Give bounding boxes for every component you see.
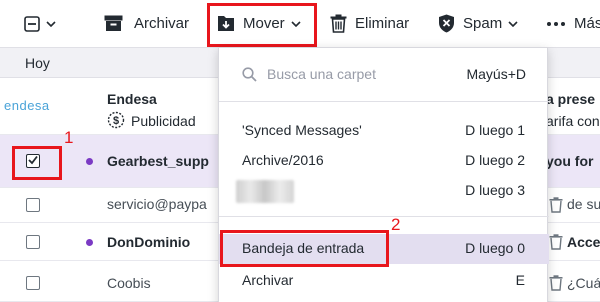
message-sender: Endesa [107,91,157,107]
select-all-checkbox[interactable] [24,0,56,47]
message-subject: you for [546,153,594,169]
archive-button[interactable]: Archivar [104,0,189,47]
row-checkbox[interactable] [26,198,40,212]
dropdown-divider [219,216,549,217]
message-sender: Coobis [107,275,151,291]
ad-label: Publicidad [131,113,196,129]
row-checkbox[interactable] [26,276,40,290]
ad-badge-icon: $ [107,111,125,129]
folder-shortcut: D luego 2 [465,152,525,168]
row-checkbox[interactable] [26,235,40,249]
search-icon [242,67,257,82]
trash-icon[interactable] [549,275,563,291]
message-subject: de su p [567,196,600,212]
delete-label: Eliminar [355,15,410,32]
shield-icon [439,14,454,33]
annotation-number-1: 1 [64,128,74,147]
svg-text:$: $ [113,115,119,127]
message-subject: Acces [567,234,600,250]
more-label: Más [574,15,600,32]
mail-window: Archivar Mover Eliminar Spam Más Hoy end… [0,0,600,302]
chevron-down-icon [508,20,518,27]
folder-label: Archivar [242,272,294,288]
date-group-label: Hoy [25,55,50,71]
message-sender: Gearbest_supp [107,153,209,169]
select-checkbox-icon [24,15,40,32]
trash-icon[interactable] [549,234,563,250]
more-dots-icon [547,21,565,26]
archive-icon [104,15,123,31]
spam-button[interactable]: Spam [438,0,518,47]
folder-shortcut: D luego 1 [465,122,525,138]
inbox-highlight-box [220,230,389,267]
trash-icon [330,14,347,33]
endesa-logo: endesa [4,99,50,113]
blurred-folder-name [236,180,294,203]
trash-icon[interactable] [549,197,563,213]
folder-search-input[interactable]: Busca una carpet [267,66,376,82]
folder-search[interactable]: Busca una carpet Mayús+D [219,48,549,102]
folder-shortcut: D luego 0 [465,240,525,256]
delete-button[interactable]: Eliminar [330,0,409,47]
spam-label: Spam [463,15,503,32]
folder-item-archive-2016[interactable]: Archive/2016 D luego 2 [219,146,549,176]
checkbox-highlight-box [12,146,62,180]
message-subject: ¿Cuánt [567,275,600,291]
unread-dot [86,158,93,165]
archive-label: Archivar [134,15,190,32]
message-sender: servicio@paypa [107,196,207,212]
folder-shortcut: D luego 3 [465,182,525,198]
folder-label: Archive/2016 [242,152,324,168]
message-sender: DonDominio [107,234,191,250]
folder-item-blurred[interactable]: D luego 3 [219,176,549,206]
folder-label: 'Synced Messages' [242,122,362,138]
annotation-number-2: 2 [391,215,401,234]
move-highlight-box [207,3,317,47]
folder-item-synced-messages[interactable]: 'Synced Messages' D luego 1 [219,116,549,146]
message-preview: arifa con [546,113,600,129]
chevron-down-icon [46,20,56,27]
search-shortcut: Mayús+D [466,66,526,82]
folder-item-archive[interactable]: Archivar E [219,266,549,296]
folder-shortcut: E [515,272,525,288]
message-subject: a prese [546,91,596,107]
more-button[interactable]: Más [547,0,600,47]
svg-text:endesa: endesa [4,99,50,113]
unread-dot [86,239,93,246]
